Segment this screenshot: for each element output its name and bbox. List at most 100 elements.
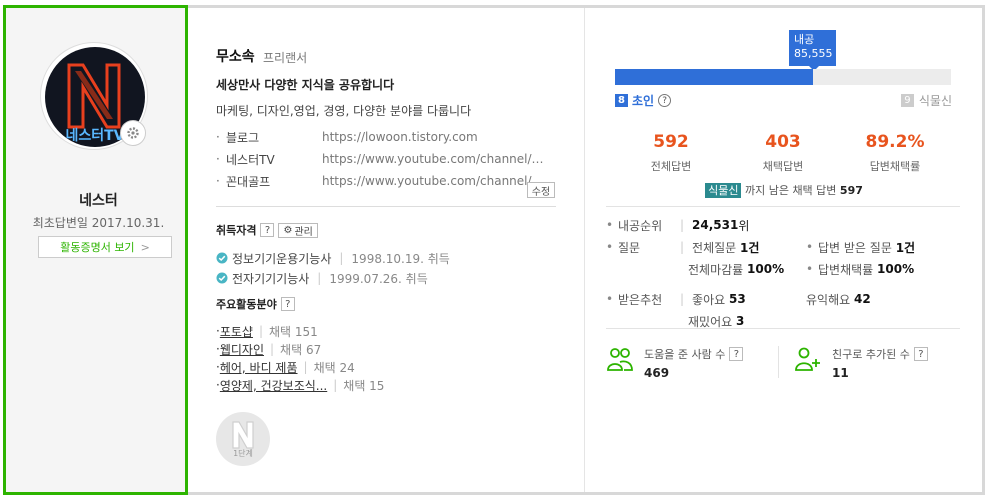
help-icon[interactable]: ? bbox=[658, 94, 672, 107]
recommend-label: 받은추천 bbox=[618, 292, 663, 307]
close-rate-label: 전체마감률 bbox=[688, 262, 744, 277]
first-answer-date: 최초답변일 2017.10.31. bbox=[32, 216, 165, 230]
field-count: 채택 67 bbox=[280, 342, 322, 357]
like-label: 좋아요 bbox=[692, 292, 726, 307]
help-icon[interactable]: ? bbox=[280, 297, 295, 311]
grade-progress-fill bbox=[615, 69, 814, 85]
activity-field-item[interactable]: · 포토샵 | 채택 151 bbox=[216, 322, 384, 340]
link-label: 네스터TV bbox=[226, 152, 275, 167]
manage-button[interactable]: ⚙ 관리 bbox=[278, 222, 318, 238]
certificate-date: 1999.07.26. 취득 bbox=[329, 271, 428, 286]
activity-field-item[interactable]: · 영양제, 건강보조식... | 채택 15 bbox=[216, 376, 384, 394]
help-icon[interactable]: ? bbox=[260, 223, 275, 237]
fields-title-label: 주요활동분야 bbox=[216, 298, 277, 311]
link-item[interactable]: · 꼰대골프 https://www.youtube.com/channel/U… bbox=[216, 170, 546, 192]
manage-label: 관리 bbox=[294, 226, 313, 238]
certificate-item: 전자기기기능사 | 1999.07.26. 취득 bbox=[216, 268, 450, 288]
divider bbox=[778, 346, 779, 378]
activity-field-item[interactable]: · 웹디자인 | 채택 67 bbox=[216, 340, 384, 358]
divider bbox=[606, 328, 960, 329]
next-grade-tag: 식물신 bbox=[705, 183, 742, 198]
useful-label: 유익해요 bbox=[806, 292, 851, 307]
nickname: 네스터 bbox=[79, 193, 118, 209]
affiliation: 무소속 bbox=[216, 49, 255, 65]
field-name[interactable]: 헤어, 바디 제품 bbox=[220, 359, 298, 376]
certificate-list: 정보기기운용기능사 | 1998.10.19. 취득 전자기기기능사 | 199… bbox=[216, 248, 450, 288]
level-label: 1단계 bbox=[233, 448, 253, 458]
activity-certificate-button[interactable]: 활동증명서 보기 > bbox=[38, 236, 172, 258]
gear-icon: ⚙ bbox=[283, 224, 293, 236]
stat-value: 403 bbox=[765, 132, 801, 152]
field-count: 채택 151 bbox=[269, 324, 318, 339]
adopt-rate-label: 답변채택률 bbox=[818, 262, 874, 277]
rank-unit: 위 bbox=[738, 218, 750, 233]
received-row: • 답변 받은 질문 1건 bbox=[806, 240, 916, 255]
help-icon[interactable]: ? bbox=[913, 347, 928, 361]
link-url[interactable]: https://www.youtube.com/channel/U... bbox=[322, 152, 544, 166]
rank-row: • 내공순위 | 24,531 위 bbox=[606, 218, 750, 233]
next-grade: 9 식물신 bbox=[900, 92, 952, 109]
stat-label: 답변채택률 bbox=[869, 160, 921, 173]
intro-panel: 무소속 프리랜서 세상만사 다양한 지식을 공유합니다 마케팅, 디자인,영업,… bbox=[188, 8, 585, 492]
activity-field-item[interactable]: · 헤어, 바디 제품 | 채택 24 bbox=[216, 358, 384, 376]
stat-label: 전체답변 bbox=[650, 160, 692, 173]
stat-label: 채택답변 bbox=[762, 160, 804, 173]
rank-value: 24,531 bbox=[692, 218, 739, 232]
stat-adoption-rate: 89.2% 답변채택률 bbox=[839, 132, 951, 174]
total-questions-value: 1건 bbox=[740, 240, 760, 255]
friends-label: 친구로 추가된 수 bbox=[832, 348, 910, 361]
field-name[interactable]: 웹디자인 bbox=[220, 341, 264, 358]
fields-title: 주요활동분야 ? bbox=[216, 296, 295, 312]
link-url[interactable]: https://lowoon.tistory.com bbox=[322, 130, 544, 144]
stat-value: 89.2% bbox=[865, 132, 925, 152]
naegong-label: 내공 bbox=[794, 33, 815, 46]
activity-certificate-label: 활동증명서 보기 bbox=[60, 241, 135, 254]
adopt-rate-row: • 답변채택률 100% bbox=[806, 262, 915, 277]
level-badge: 1단계 bbox=[216, 412, 270, 466]
certs-title-label: 취득자격 bbox=[216, 224, 257, 237]
adopt-rate-value: 100% bbox=[877, 262, 915, 276]
field-description: 마케팅, 디자인,영업, 경영, 다양한 분야를 다룹니다 bbox=[216, 104, 472, 118]
total-questions-label: 전체질문 bbox=[692, 240, 737, 255]
verified-icon bbox=[216, 272, 228, 284]
close-rate-row: 전체마감률 100% bbox=[688, 260, 784, 278]
certificate-date: 1998.10.19. 취득 bbox=[351, 251, 450, 266]
like-value: 53 bbox=[729, 292, 746, 306]
stat-total-answers: 592 전체답변 bbox=[615, 132, 727, 174]
field-count: 채택 24 bbox=[313, 360, 355, 375]
avatar-wrap: 네스터TV bbox=[40, 42, 148, 150]
link-item[interactable]: · 네스터TV https://www.youtube.com/channel/… bbox=[216, 148, 546, 170]
grade-progress-bar bbox=[615, 69, 951, 85]
help-icon[interactable]: ? bbox=[729, 347, 744, 361]
remaining-to-next-grade: 식물신 까지 남은 채택 답변 597 bbox=[586, 182, 982, 198]
field-name[interactable]: 영양제, 건강보조식... bbox=[220, 377, 327, 394]
profile-sidebar: 네스터TV 네스터 최초답변일 2017.10.31. 활동증명서 보기 > bbox=[3, 5, 188, 495]
people-icon bbox=[607, 348, 633, 371]
stat-value: 592 bbox=[653, 132, 689, 152]
received-label: 답변 받은 질문 bbox=[818, 240, 892, 255]
chevron-right-icon: > bbox=[140, 240, 150, 254]
certificate-name: 전자기기기능사 bbox=[232, 271, 310, 286]
certs-title: 취득자격 ? ⚙ 관리 bbox=[216, 222, 318, 238]
link-url[interactable]: https://www.youtube.com/channel/U... bbox=[322, 174, 544, 188]
current-grade-name: 초인 bbox=[632, 94, 655, 108]
gear-icon[interactable] bbox=[120, 120, 146, 146]
field-name[interactable]: 포토샵 bbox=[220, 323, 253, 340]
recommend-row: • 받은추천 | 좋아요 53 bbox=[606, 292, 746, 307]
friends-value: 11 bbox=[832, 366, 849, 380]
next-grade-number: 9 bbox=[900, 94, 914, 107]
level-n-icon bbox=[232, 420, 254, 449]
helped-people: 도움을 준 사람 수 ? 469 bbox=[606, 346, 744, 380]
divider bbox=[216, 206, 556, 207]
edit-button[interactable]: 수정 bbox=[527, 182, 555, 198]
stat-adopted-answers: 403 채택답변 bbox=[727, 132, 839, 174]
current-grade-number: 8 bbox=[615, 94, 628, 107]
add-friend-icon bbox=[795, 347, 820, 371]
question-row: • 질문 | 전체질문 1건 bbox=[606, 240, 760, 255]
useful-row: 유익해요 42 bbox=[806, 290, 871, 308]
stats-panel: 내공 85,555 8 초인 ? 9 식물신 592 전체답변 403 채택답변… bbox=[586, 8, 982, 492]
link-item[interactable]: · 블로그 https://lowoon.tistory.com bbox=[216, 126, 546, 148]
current-grade: 8 초인 ? bbox=[615, 92, 672, 109]
question-label: 질문 bbox=[618, 240, 641, 255]
answer-stats: 592 전체답변 403 채택답변 89.2% 답변채택률 bbox=[615, 132, 951, 174]
